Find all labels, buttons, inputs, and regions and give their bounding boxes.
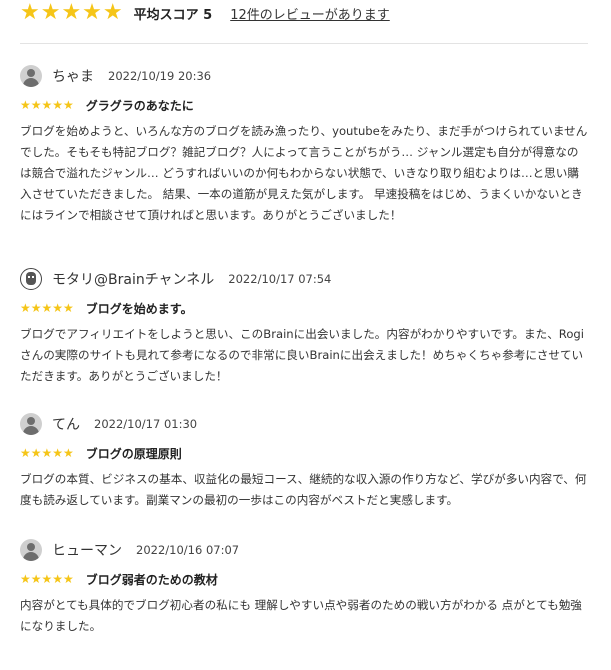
- review-body: 内容がとても具体的でブログ初心者の私にも 理解しやすい点や弱者のための戦い方がわ…: [20, 598, 582, 633]
- reviewer-name[interactable]: モタリ@Brainチャンネル: [52, 269, 214, 289]
- review-date: 2022/10/17 01:30: [94, 417, 198, 431]
- average-score: 平均スコア 5: [133, 7, 213, 23]
- review-title-row: ★★★★★ ブログの原理原則: [20, 444, 588, 462]
- review-item: てん 2022/10/17 01:30 ★★★★★ ブログの原理原則 ブログの本…: [20, 412, 588, 511]
- reviewer-name[interactable]: ヒューマン: [52, 540, 122, 560]
- review-title-row: ★★★★★ ブログを始めます。: [20, 299, 588, 317]
- review-body: ブログでアフィリエイトをしようと思い、このBrainに出会いました。内容がわかり…: [20, 327, 584, 383]
- star-rating-icon: ★★★★★: [20, 572, 74, 586]
- default-user-icon[interactable]: [20, 413, 42, 435]
- review-item: ちゃま 2022/10/19 20:36 ★★★★★ グラグラのあなたに ブログ…: [20, 64, 588, 226]
- review-body: ブログの本質、ビジネスの基本、収益化の最短コース、継続的な収入源の作り方など、学…: [20, 472, 587, 507]
- review-date: 2022/10/16 07:07: [136, 543, 240, 557]
- reviewer-name[interactable]: ちゃま: [52, 66, 94, 86]
- review-title-row: ★★★★★ ブログ弱者のための教材: [20, 570, 588, 588]
- review-date: 2022/10/17 07:54: [228, 272, 332, 286]
- default-user-icon[interactable]: [20, 65, 42, 87]
- divider: [20, 43, 588, 44]
- review-header: ちゃま 2022/10/19 20:36: [20, 64, 588, 88]
- review-body: ブログを始めようと、いろんな方のブログを読み漁ったり、youtubeをみたり、ま…: [20, 124, 588, 222]
- review-item: モタリ@Brainチャンネル 2022/10/17 07:54 ★★★★★ ブロ…: [20, 267, 588, 387]
- custom-avatar-icon[interactable]: [20, 268, 42, 290]
- star-rating-icon: ★★★★★: [20, 0, 124, 25]
- star-rating-icon: ★★★★★: [20, 446, 74, 460]
- review-title: ブログの原理原則: [85, 446, 182, 461]
- review-header: てん 2022/10/17 01:30: [20, 412, 588, 436]
- review-title: ブログ弱者のための教材: [85, 572, 218, 587]
- review-title-row: ★★★★★ グラグラのあなたに: [20, 96, 588, 114]
- default-user-icon[interactable]: [20, 539, 42, 561]
- review-date: 2022/10/19 20:36: [108, 69, 212, 83]
- reviewer-name[interactable]: てん: [52, 414, 80, 434]
- star-rating-icon: ★★★★★: [20, 301, 74, 315]
- review-header: モタリ@Brainチャンネル 2022/10/17 07:54: [20, 267, 588, 291]
- review-count-link[interactable]: 12件のレビューがあります: [230, 4, 390, 23]
- rating-summary: ★★★★★ 平均スコア 5 12件のレビューがあります: [20, 2, 390, 24]
- review-title: ブログを始めます。: [85, 301, 193, 316]
- review-title: グラグラのあなたに: [85, 98, 194, 113]
- review-item: ヒューマン 2022/10/16 07:07 ★★★★★ ブログ弱者のための教材…: [20, 538, 588, 637]
- review-header: ヒューマン 2022/10/16 07:07: [20, 538, 588, 562]
- star-rating-icon: ★★★★★: [20, 98, 74, 112]
